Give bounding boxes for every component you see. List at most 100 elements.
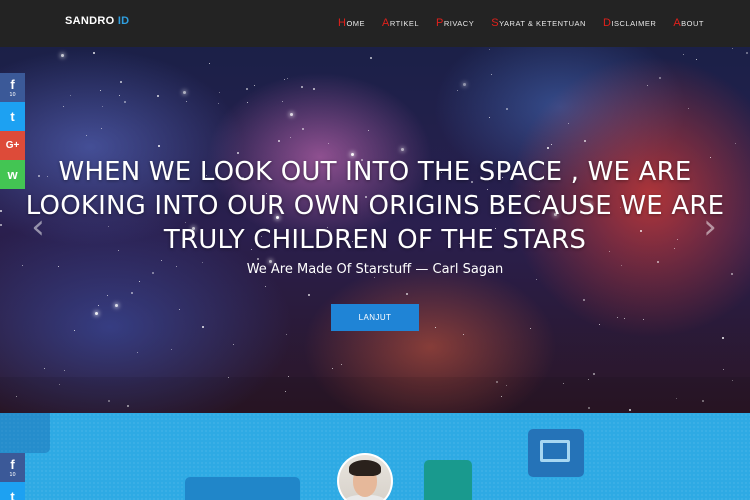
hero-title: WHEN WE LOOK OUT INTO THE SPACE , WE ARE…: [25, 157, 725, 255]
author-avatar[interactable]: [337, 453, 393, 500]
star-dot: [254, 85, 255, 86]
star-dot: [63, 106, 64, 107]
star-dot: [735, 143, 736, 144]
star-dot: [186, 101, 187, 102]
hero-slider: ‹ › WHEN WE LOOK OUT INTO THE SPACE , WE…: [0, 47, 750, 413]
nav-label: rtikel: [389, 19, 420, 28]
main-nav: Home Artikel Privacy Syarat & ketentuan …: [338, 17, 721, 29]
googleplus-share-button[interactable]: G+: [0, 131, 25, 160]
star-dot: [284, 79, 285, 80]
star-dot: [233, 344, 234, 345]
star-dot: [584, 140, 586, 142]
nav-label: rivacy: [443, 19, 475, 28]
whatsapp-share-button[interactable]: w: [0, 160, 25, 189]
nav-label: ome: [346, 19, 366, 28]
star-dot: [237, 152, 239, 154]
star-dot: [278, 140, 280, 142]
nav-label: isclaimer: [611, 19, 657, 28]
star-dot: [723, 369, 724, 370]
nav-item-syarat[interactable]: Syarat & ketentuan: [491, 17, 586, 29]
nav-item-home[interactable]: Home: [338, 17, 365, 29]
star-dot: [568, 123, 569, 124]
hero-subtitle: We Are Made Of Starstuff — Carl Sagan: [246, 262, 504, 277]
facebook-share-button[interactable]: f 10: [0, 453, 25, 482]
nav-item-disclaimer[interactable]: Disclaimer: [603, 17, 656, 29]
star-dot: [290, 113, 293, 116]
star-dot: [617, 317, 618, 318]
star-dot: [137, 352, 138, 353]
star-dot: [120, 81, 122, 83]
star-dot: [457, 90, 458, 91]
tablet-decor-icon: [424, 460, 472, 500]
nav-item-about[interactable]: About: [673, 17, 704, 29]
star-dot: [583, 299, 585, 301]
star-dot: [265, 286, 266, 287]
star-dot: [593, 373, 595, 375]
star-dot: [246, 88, 248, 90]
star-dot: [93, 52, 95, 54]
star-dot: [157, 95, 159, 97]
nav-item-privacy[interactable]: Privacy: [436, 17, 474, 29]
star-dot: [332, 368, 333, 369]
star-dot: [368, 130, 369, 131]
star-dot: [74, 330, 75, 331]
hero-bottom-strip: [0, 377, 750, 413]
site-brand[interactable]: SANDRO ID: [65, 15, 129, 27]
star-dot: [286, 334, 287, 335]
star-dot: [489, 49, 490, 50]
star-dot: [158, 145, 160, 147]
nav-label: bout: [681, 19, 705, 28]
star-dot: [218, 103, 219, 104]
star-dot: [179, 309, 180, 310]
decor-shape: [185, 477, 300, 500]
brand-accent: ID: [117, 15, 130, 27]
star-dot: [688, 108, 689, 109]
star-dot: [489, 117, 490, 118]
nav-initial: P: [436, 17, 444, 29]
top-navbar: SANDRO ID Home Artikel Privacy Syarat & …: [0, 0, 750, 47]
nav-initial: S: [491, 17, 500, 29]
whatsapp-icon: w: [7, 167, 18, 182]
star-dot: [506, 108, 508, 110]
star-dot: [98, 305, 99, 306]
nav-label: yarat & ketentuan: [499, 19, 586, 28]
about-section: [0, 413, 750, 500]
star-dot: [202, 326, 204, 328]
nav-item-artikel[interactable]: Artikel: [382, 17, 419, 29]
star-dot: [308, 294, 310, 296]
star-dot: [696, 59, 697, 60]
brand-name: SANDRO: [65, 15, 118, 27]
star-dot: [290, 137, 291, 138]
star-dot: [102, 106, 103, 107]
star-dot: [313, 88, 315, 90]
decor-shape: [0, 413, 50, 453]
star-dot: [643, 319, 644, 320]
star-dot: [86, 135, 87, 136]
star-dot: [722, 337, 724, 339]
star-dot: [161, 260, 162, 261]
star-dot: [370, 57, 372, 59]
star-dot: [401, 148, 404, 151]
star-dot: [282, 101, 283, 102]
star-dot: [328, 143, 329, 144]
lanjut-button[interactable]: LANJUT: [331, 304, 419, 331]
twitter-share-button[interactable]: t: [0, 482, 25, 500]
star-dot: [257, 258, 259, 260]
star-dot: [659, 77, 661, 79]
social-share-bar: f 10 t G+ w: [0, 73, 25, 189]
star-dot: [101, 128, 102, 129]
star-dot: [374, 277, 375, 278]
twitter-icon: t: [10, 109, 15, 124]
star-dot: [746, 52, 748, 54]
facebook-share-button[interactable]: f 10: [0, 73, 25, 102]
star-dot: [647, 85, 648, 86]
twitter-share-button[interactable]: t: [0, 102, 25, 131]
social-share-bar-lower: f 10 t: [0, 453, 25, 500]
nav-initial: A: [382, 17, 390, 29]
star-dot: [209, 63, 210, 64]
star-dot: [551, 144, 552, 145]
star-dot: [530, 328, 531, 329]
star-dot: [341, 364, 342, 365]
star-dot: [115, 304, 118, 307]
star-dot: [171, 349, 172, 350]
